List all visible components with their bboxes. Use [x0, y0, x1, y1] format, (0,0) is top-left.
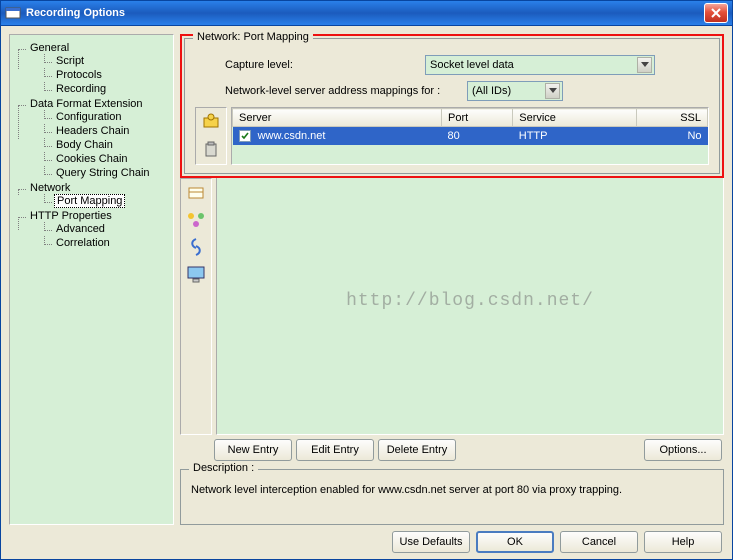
watermark: http://blog.csdn.net/	[217, 291, 723, 311]
mapping-ids-value: (All IDs)	[472, 85, 511, 97]
use-defaults-button[interactable]: Use Defaults	[392, 531, 470, 553]
servers-table-wrap: Server Port Service SSL	[231, 107, 709, 165]
app-icon	[5, 5, 21, 21]
toolbar-btn-card[interactable]	[183, 181, 209, 205]
tree-protocols[interactable]: Protocols	[54, 69, 104, 81]
col-service[interactable]: Service	[513, 109, 637, 127]
capture-level-value: Socket level data	[430, 59, 514, 71]
tree-query-string-chain[interactable]: Query String Chain	[54, 167, 152, 179]
close-button[interactable]	[704, 3, 728, 23]
toolbar-btn-nodes[interactable]	[183, 208, 209, 232]
col-server[interactable]: Server	[233, 109, 442, 127]
row-checkbox[interactable]	[239, 130, 251, 142]
servers-table[interactable]: Server Port Service SSL	[232, 108, 708, 145]
row-server: www.csdn.net	[258, 130, 326, 142]
toolbar-btn-1[interactable]	[198, 110, 224, 134]
cancel-button[interactable]: Cancel	[560, 531, 638, 553]
mapping-ids-select[interactable]: (All IDs)	[467, 81, 563, 101]
row-ssl: No	[636, 127, 707, 145]
chevron-down-icon	[545, 83, 560, 99]
title-bar: Recording Options	[0, 0, 733, 26]
tree-data-format-extension[interactable]: Data Format Extension	[28, 98, 145, 110]
mapping-label: Network-level server address mappings fo…	[225, 85, 467, 97]
options-button[interactable]: Options...	[644, 439, 722, 461]
capture-level-select[interactable]: Socket level data	[425, 55, 655, 75]
toolbar-extended	[180, 178, 212, 435]
chevron-down-icon	[637, 57, 652, 73]
description-group: Description : Network level interception…	[180, 469, 724, 525]
description-text: Network level interception enabled for w…	[191, 484, 622, 496]
dialog-buttons: Use Defaults OK Cancel Help	[9, 525, 724, 555]
toolbar	[195, 107, 227, 165]
tree-correlation[interactable]: Correlation	[54, 237, 112, 249]
port-mapping-group: Network: Port Mapping Capture level: Soc…	[184, 38, 720, 174]
help-button[interactable]: Help	[644, 531, 722, 553]
toolbar-btn-2[interactable]	[198, 137, 224, 161]
col-ssl[interactable]: SSL	[636, 109, 707, 127]
ok-button[interactable]: OK	[476, 531, 554, 553]
toolbar-btn-monitor[interactable]	[183, 262, 209, 286]
table-row[interactable]: www.csdn.net 80 HTTP No	[233, 127, 708, 145]
description-title: Description :	[189, 462, 258, 474]
tree-http-properties[interactable]: HTTP Properties	[28, 210, 114, 222]
tree-script[interactable]: Script	[54, 55, 86, 67]
window-title: Recording Options	[26, 7, 704, 19]
tree-configuration[interactable]: Configuration	[54, 111, 123, 123]
tree-body-chain[interactable]: Body Chain	[54, 139, 115, 151]
tree-network[interactable]: Network	[28, 182, 72, 194]
capture-level-label: Capture level:	[225, 59, 425, 71]
highlight-box: Network: Port Mapping Capture level: Soc…	[180, 34, 724, 178]
row-port: 80	[442, 127, 513, 145]
toolbar-btn-link[interactable]	[183, 235, 209, 259]
group-title: Network: Port Mapping	[193, 31, 313, 43]
edit-entry-button[interactable]: Edit Entry	[296, 439, 374, 461]
new-entry-button[interactable]: New Entry	[214, 439, 292, 461]
tree-advanced[interactable]: Advanced	[54, 223, 107, 235]
tree-headers-chain[interactable]: Headers Chain	[54, 125, 131, 137]
tree-cookies-chain[interactable]: Cookies Chain	[54, 153, 130, 165]
col-port[interactable]: Port	[442, 109, 513, 127]
options-tree[interactable]: General Script Protocols Recording Data …	[9, 34, 174, 525]
table-body-area: http://blog.csdn.net/	[216, 178, 724, 435]
tree-general[interactable]: General	[28, 42, 71, 54]
tree-port-mapping[interactable]: Port Mapping	[54, 194, 125, 208]
delete-entry-button[interactable]: Delete Entry	[378, 439, 456, 461]
tree-recording[interactable]: Recording	[54, 83, 108, 95]
row-service: HTTP	[513, 127, 637, 145]
